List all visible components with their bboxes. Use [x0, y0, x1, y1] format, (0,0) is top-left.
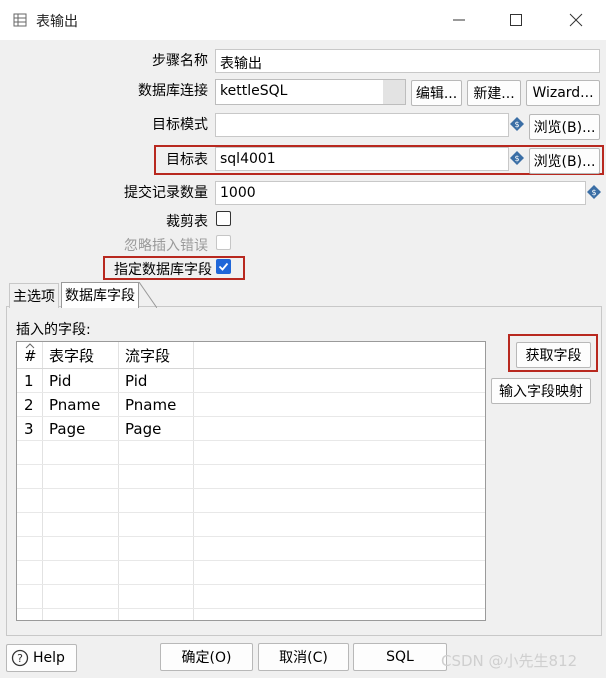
svg-text:?: ?: [17, 652, 23, 665]
edit-connection-button[interactable]: 编辑...: [411, 80, 462, 106]
table-row-table-field[interactable]: Pid: [44, 369, 71, 393]
get-fields-button[interactable]: 获取字段: [516, 342, 591, 368]
tab-slant-edge: [139, 282, 157, 308]
table-row-table-field[interactable]: Page: [44, 417, 85, 441]
table-row-stream-field[interactable]: Pid: [120, 369, 147, 393]
svg-text:$: $: [514, 154, 519, 163]
maximize-button[interactable]: [502, 8, 530, 32]
table-row-table-field[interactable]: Pname: [44, 393, 100, 417]
wizard-button[interactable]: Wizard...: [526, 80, 600, 106]
ignore-errors-checkbox: [216, 235, 231, 250]
tab-main-options[interactable]: 主选项: [9, 283, 59, 308]
schema-input[interactable]: [215, 113, 509, 137]
target-table-label: 目标表: [166, 152, 208, 168]
table-row-stream-field[interactable]: Pname: [120, 393, 176, 417]
svg-text:$: $: [514, 120, 519, 129]
table-row-number: 2: [24, 396, 34, 414]
minimize-icon: [453, 19, 465, 21]
close-button[interactable]: [562, 8, 590, 32]
ok-button[interactable]: 确定(O): [160, 643, 253, 671]
minimize-button[interactable]: [445, 8, 473, 32]
fields-table[interactable]: # 表字段 流字段 1 Pid Pid 2 Pname Pname 3 Page…: [16, 341, 486, 621]
table-row-stream-field[interactable]: Page: [120, 417, 161, 441]
specify-fields-checkbox[interactable]: [216, 259, 231, 274]
truncate-checkbox[interactable]: [216, 211, 231, 226]
schema-label: 目标模式: [152, 117, 208, 133]
help-icon: ?: [11, 649, 29, 667]
variable-icon[interactable]: $: [587, 185, 601, 199]
table-row-number: 3: [24, 420, 34, 438]
sql-button[interactable]: SQL: [353, 643, 447, 671]
window-title: 表输出: [36, 14, 78, 30]
connection-select[interactable]: kettleSQL: [215, 79, 406, 105]
maximize-icon: [510, 14, 522, 26]
table-output-icon: [13, 13, 27, 27]
browse-schema-button[interactable]: 浏览(B)...: [529, 114, 600, 140]
step-name-input[interactable]: 表输出: [215, 49, 600, 73]
variable-icon[interactable]: $: [510, 117, 524, 131]
fields-panel-label: 插入的字段:: [16, 322, 91, 338]
table-row-number: 1: [24, 372, 34, 390]
browse-table-button[interactable]: 浏览(B)...: [529, 148, 600, 174]
ignore-errors-label: 忽略插入错误: [124, 238, 208, 254]
help-button[interactable]: ? Help: [6, 644, 77, 672]
dropdown-arrow-icon[interactable]: [383, 80, 405, 104]
column-header-stream-field[interactable]: 流字段: [120, 344, 170, 368]
cancel-button[interactable]: 取消(C): [258, 643, 349, 671]
target-table-input[interactable]: sql4001: [215, 147, 509, 171]
variable-icon[interactable]: $: [510, 151, 524, 165]
column-header-table-field[interactable]: 表字段: [44, 344, 94, 368]
column-header-number[interactable]: #: [19, 344, 37, 368]
title-bar: 表输出: [0, 0, 606, 40]
watermark-text: CSDN @小先生812: [441, 652, 578, 670]
truncate-label: 裁剪表: [166, 214, 208, 230]
connection-value: kettleSQL: [220, 83, 288, 99]
field-mapping-button[interactable]: 输入字段映射: [491, 378, 591, 404]
connection-label: 数据库连接: [138, 83, 208, 99]
new-connection-button[interactable]: 新建...: [467, 80, 521, 106]
step-name-label: 步骤名称: [152, 53, 208, 69]
help-label: Help: [33, 650, 65, 666]
commit-size-label: 提交记录数量: [124, 185, 208, 201]
close-icon: [569, 13, 583, 27]
svg-text:$: $: [591, 188, 596, 197]
tab-database-fields[interactable]: 数据库字段: [61, 282, 139, 308]
checkmark-icon: [218, 262, 229, 271]
commit-size-input[interactable]: 1000: [215, 181, 586, 205]
specify-fields-label: 指定数据库字段: [114, 262, 212, 278]
